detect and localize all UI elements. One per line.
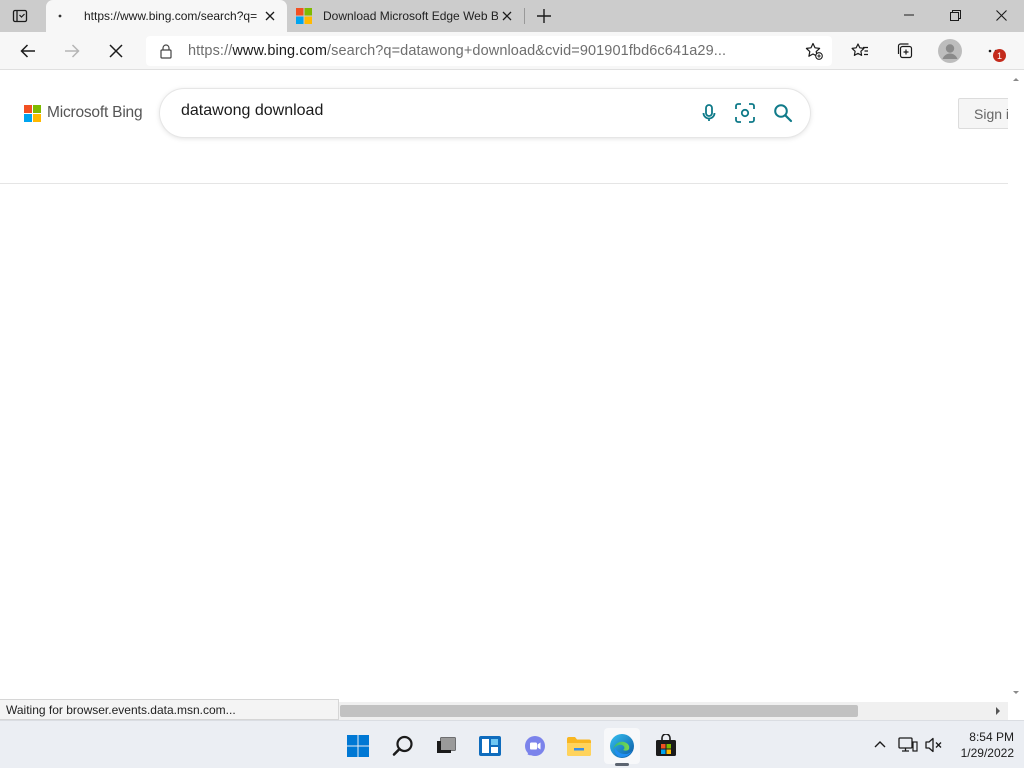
active-app-indicator (615, 763, 629, 766)
taskbar-search-icon[interactable] (385, 728, 421, 764)
system-clock[interactable]: 8:54 PM 1/29/2022 (948, 729, 1014, 761)
microphone-icon[interactable] (697, 101, 721, 125)
network-icon[interactable] (898, 735, 918, 755)
page-content: Microsoft Bing Sign in (0, 71, 1008, 702)
widgets-icon[interactable] (472, 728, 508, 764)
search-input[interactable] (181, 102, 681, 120)
bing-logo[interactable]: Microsoft Bing (24, 104, 143, 122)
sign-in-button[interactable]: Sign in (958, 98, 1008, 129)
tab-divider (524, 8, 525, 24)
notification-badge: 1 (993, 49, 1006, 62)
tab-title: Download Microsoft Edge Web B (323, 9, 498, 23)
tab-close-icon[interactable] (261, 7, 279, 25)
microsoft-logo-icon (24, 104, 41, 122)
search-box (160, 89, 810, 137)
start-button[interactable] (340, 728, 376, 764)
vertical-scrollbar[interactable] (1008, 71, 1024, 702)
collections-button[interactable] (889, 35, 921, 67)
tab-title: https://www.bing.com/search?q= (84, 9, 258, 23)
clock-time: 8:54 PM (969, 730, 1014, 744)
scrollbar-thumb[interactable] (340, 705, 858, 717)
settings-more-button[interactable]: 1 (980, 35, 1012, 67)
new-tab-button[interactable] (534, 6, 554, 26)
microsoft-store-icon[interactable] (648, 728, 684, 764)
edge-browser-icon[interactable] (604, 728, 640, 764)
url-host: www.bing.com (232, 43, 328, 59)
url-path: /search?q=datawong+download&cvid=901901f… (327, 43, 727, 59)
stop-loading-button[interactable] (100, 35, 132, 67)
logo-text: Microsoft Bing (47, 104, 143, 121)
favorites-button[interactable] (844, 35, 876, 67)
microsoft-logo-icon (296, 8, 312, 24)
volume-muted-icon[interactable] (924, 735, 944, 755)
tab-download-edge[interactable]: Download Microsoft Edge Web B (290, 0, 524, 32)
profile-avatar[interactable] (934, 35, 966, 67)
file-explorer-icon[interactable] (561, 728, 597, 764)
clock-date: 1/29/2022 (960, 746, 1014, 760)
status-bar: Waiting for browser.events.data.msn.com.… (0, 699, 339, 720)
tab-bing-search[interactable]: https://www.bing.com/search?q= (46, 0, 287, 32)
taskbar: 8:54 PM 1/29/2022 (0, 720, 1024, 768)
header-divider (0, 183, 1008, 184)
browser-toolbar: https://www.bing.com/search?q=datawong+d… (0, 32, 1024, 70)
minimize-button[interactable] (886, 0, 932, 30)
forward-button[interactable] (56, 35, 88, 67)
address-url: https://www.bing.com/search?q=datawong+d… (188, 43, 726, 59)
lock-icon[interactable] (158, 43, 174, 59)
restore-button[interactable] (932, 0, 978, 30)
tab-close-icon[interactable] (498, 7, 516, 25)
visual-search-icon[interactable] (733, 101, 757, 125)
tab-strip: https://www.bing.com/search?q= Download … (0, 0, 1024, 32)
tab-actions-icon[interactable] (12, 8, 28, 24)
back-button[interactable] (12, 35, 44, 67)
url-prefix: https:// (188, 43, 233, 59)
task-view-icon[interactable] (428, 728, 464, 764)
search-icon[interactable] (771, 101, 795, 125)
address-bar[interactable]: https://www.bing.com/search?q=datawong+d… (146, 36, 832, 66)
close-window-button[interactable] (978, 0, 1024, 30)
add-favorite-icon[interactable] (804, 41, 824, 61)
loading-dot-icon (52, 8, 68, 24)
teams-chat-icon[interactable] (517, 728, 553, 764)
show-hidden-icons-chevron-icon[interactable] (870, 735, 890, 755)
